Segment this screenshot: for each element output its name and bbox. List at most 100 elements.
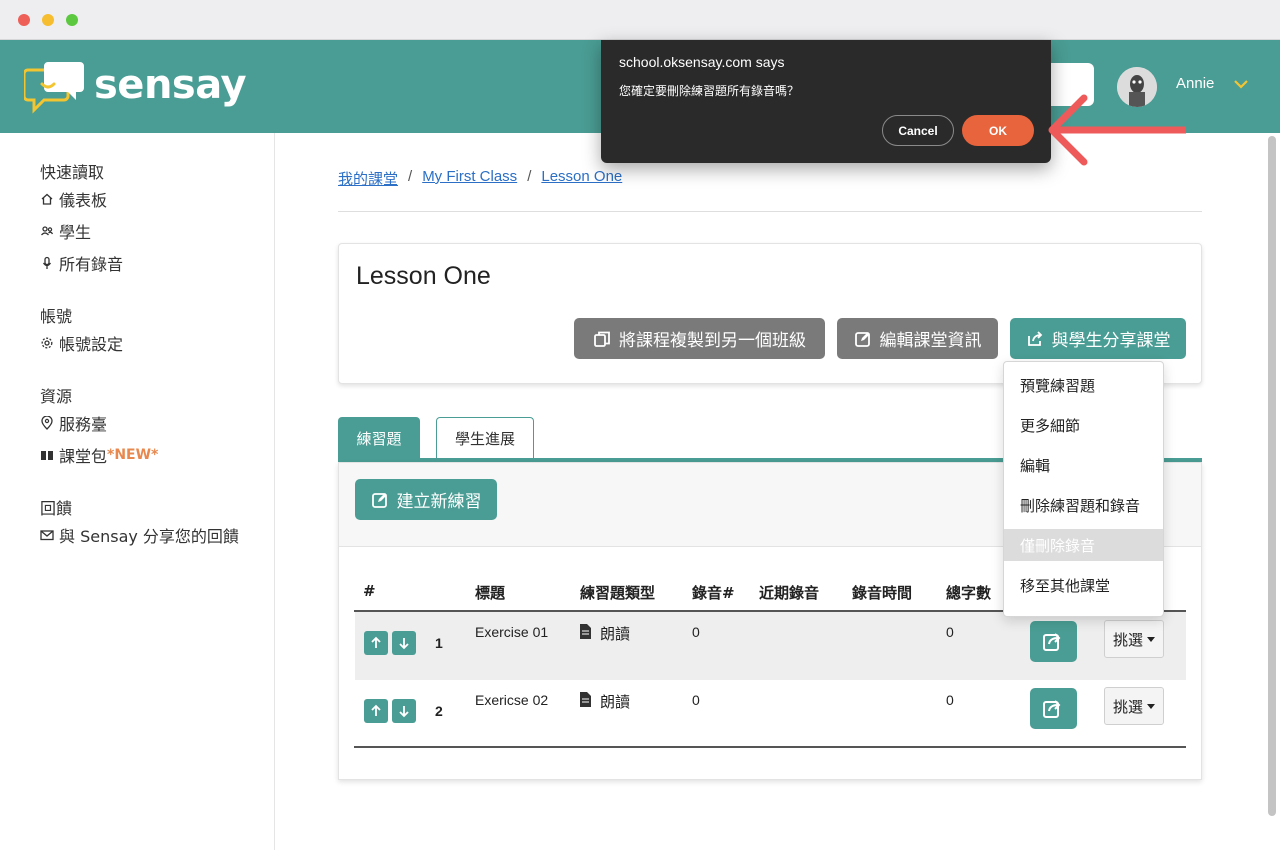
column-header-title[interactable]: 標題 <box>475 582 505 603</box>
sidebar-item-label: 學生 <box>59 223 92 242</box>
row-number: 1 <box>435 635 443 651</box>
logo-text: sensay <box>94 62 247 108</box>
column-header-words[interactable]: 總字數 <box>946 582 991 603</box>
recordings-count: 0 <box>692 624 700 640</box>
close-window-button[interactable] <box>18 14 30 26</box>
minimize-window-button[interactable] <box>42 14 54 26</box>
column-header-recordings[interactable]: 錄音# <box>692 582 735 603</box>
share-exercise-button[interactable] <box>1030 688 1077 729</box>
page-title: Lesson One <box>356 262 491 290</box>
menu-item-delete-exercise-and-recordings[interactable]: 刪除練習題和錄音 <box>1004 489 1163 521</box>
column-header-time[interactable]: 錄音時間 <box>852 582 912 603</box>
speech-bubble-logo-icon <box>24 62 84 114</box>
chevron-down-icon[interactable] <box>1232 75 1250 93</box>
create-exercise-button[interactable]: 建立新練習 <box>355 479 497 520</box>
sidebar-item-label: 課堂包 <box>59 447 108 466</box>
maximize-window-button[interactable] <box>66 14 78 26</box>
word-count: 0 <box>946 692 954 708</box>
caret-down-icon <box>1147 636 1155 642</box>
sensay-logo[interactable]: sensay <box>24 58 247 118</box>
envelope-icon <box>40 530 54 541</box>
arrow-up-icon <box>371 636 381 648</box>
select-dropdown-button[interactable]: 挑選 <box>1104 687 1164 725</box>
ok-button[interactable]: OK <box>962 115 1034 146</box>
share-icon <box>1043 633 1061 651</box>
sidebar-item-label: 服務臺 <box>59 415 108 434</box>
sidebar-item-label: 帳號設定 <box>59 335 124 354</box>
move-up-button[interactable] <box>364 631 388 655</box>
users-icon <box>41 226 54 236</box>
document-icon <box>580 624 591 639</box>
menu-item-delete-recordings-only[interactable]: 僅刪除錄音 <box>1004 529 1163 561</box>
exercise-type: 朗讀 <box>600 694 631 711</box>
dialog-message: 您確定要刪除練習題所有錄音嗎？ <box>619 84 800 98</box>
edit-icon <box>371 492 387 508</box>
exercise-type: 朗讀 <box>600 626 631 643</box>
move-down-button[interactable] <box>392 631 416 655</box>
tab-exercises[interactable]: 練習題 <box>338 417 420 459</box>
edit-lesson-button[interactable]: 編輯課堂資訊 <box>837 318 998 359</box>
menu-item-edit[interactable]: 編輯 <box>1004 449 1163 481</box>
sidebar-item-students[interactable]: 學生 <box>40 219 91 243</box>
word-count: 0 <box>946 624 954 640</box>
column-header-type[interactable]: 練習題類型 <box>580 582 655 603</box>
edit-lesson-label: 編輯課堂資訊 <box>879 331 982 351</box>
column-header-num: # <box>363 582 376 600</box>
share-dropdown-menu: 預覽練習題 更多細節 編輯 刪除練習題和錄音 僅刪除錄音 移至其他課堂 <box>1003 361 1164 617</box>
microphone-icon <box>42 256 52 269</box>
menu-item-move-to-other-class[interactable]: 移至其他課堂 <box>1004 569 1163 601</box>
breadcrumb-home-link[interactable]: 我的課堂 <box>338 168 398 189</box>
sidebar-heading-feedback: 回饋 <box>40 499 73 518</box>
location-pin-icon <box>41 416 53 430</box>
share-icon <box>1027 330 1042 346</box>
annotation-arrow-icon <box>1048 94 1186 166</box>
sidebar-item-all-recordings[interactable]: 所有錄音 <box>40 251 123 275</box>
exercise-title[interactable]: Exericse 02 <box>475 692 548 708</box>
confirm-dialog: school.oksensay.com says 您確定要刪除練習題所有錄音嗎？… <box>601 40 1051 163</box>
breadcrumb-separator: / <box>527 168 532 185</box>
gear-icon <box>41 337 53 349</box>
table-row: 1 Exercise 01 朗讀 0 0 挑選 <box>355 612 1186 680</box>
sidebar-item-share-feedback[interactable]: 與 Sensay 分享您的回饋 <box>40 523 239 547</box>
table-bottom-rule <box>354 746 1186 748</box>
window-titlebar <box>0 0 1280 40</box>
share-lesson-button[interactable]: 與學生分享課堂 <box>1010 318 1186 359</box>
dialog-title: school.oksensay.com says <box>619 54 785 70</box>
breadcrumb-class-link[interactable]: My First Class <box>422 168 517 189</box>
divider <box>338 211 1202 212</box>
table-row: 2 Exericse 02 朗讀 0 0 挑選 <box>355 680 1186 748</box>
recordings-count: 0 <box>692 692 700 708</box>
book-icon <box>41 451 53 460</box>
breadcrumb: 我的課堂 / My First Class / Lesson One <box>338 168 622 189</box>
sidebar-heading-resources: 資源 <box>40 387 73 406</box>
menu-item-preview[interactable]: 預覽練習題 <box>1004 369 1163 401</box>
select-dropdown-button[interactable]: 挑選 <box>1104 620 1164 658</box>
page-scrollbar[interactable] <box>1268 136 1276 816</box>
sidebar-item-class-pack[interactable]: 課堂包 *NEW* <box>40 443 158 467</box>
document-icon <box>580 692 591 707</box>
sidebar-item-label: 所有錄音 <box>59 255 124 274</box>
new-badge: *NEW* <box>107 447 159 463</box>
sidebar-heading-account: 帳號 <box>40 307 73 326</box>
copy-lesson-button[interactable]: 將課程複製到另一個班級 <box>574 318 825 359</box>
move-down-button[interactable] <box>392 699 416 723</box>
tab-student-progress[interactable]: 學生進展 <box>436 417 534 459</box>
sidebar-item-dashboard[interactable]: 儀表板 <box>40 187 107 211</box>
row-number: 2 <box>435 703 443 719</box>
exercise-title[interactable]: Exercise 01 <box>475 624 548 640</box>
cancel-button[interactable]: Cancel <box>882 115 954 146</box>
menu-item-more-details[interactable]: 更多細節 <box>1004 409 1163 441</box>
create-exercise-label: 建立新練習 <box>396 492 482 512</box>
share-lesson-label: 與學生分享課堂 <box>1051 331 1171 351</box>
column-header-recent[interactable]: 近期錄音 <box>759 582 819 603</box>
copy-lesson-label: 將課程複製到另一個班級 <box>619 331 806 351</box>
share-exercise-button[interactable] <box>1030 621 1077 662</box>
breadcrumb-separator: / <box>408 168 413 185</box>
edit-icon <box>854 331 870 347</box>
sidebar-item-account-settings[interactable]: 帳號設定 <box>40 331 123 355</box>
breadcrumb-lesson-link[interactable]: Lesson One <box>541 168 622 189</box>
home-icon <box>41 193 53 205</box>
sidebar-item-help-desk[interactable]: 服務臺 <box>40 411 107 435</box>
move-up-button[interactable] <box>364 699 388 723</box>
arrow-down-icon <box>399 638 409 650</box>
